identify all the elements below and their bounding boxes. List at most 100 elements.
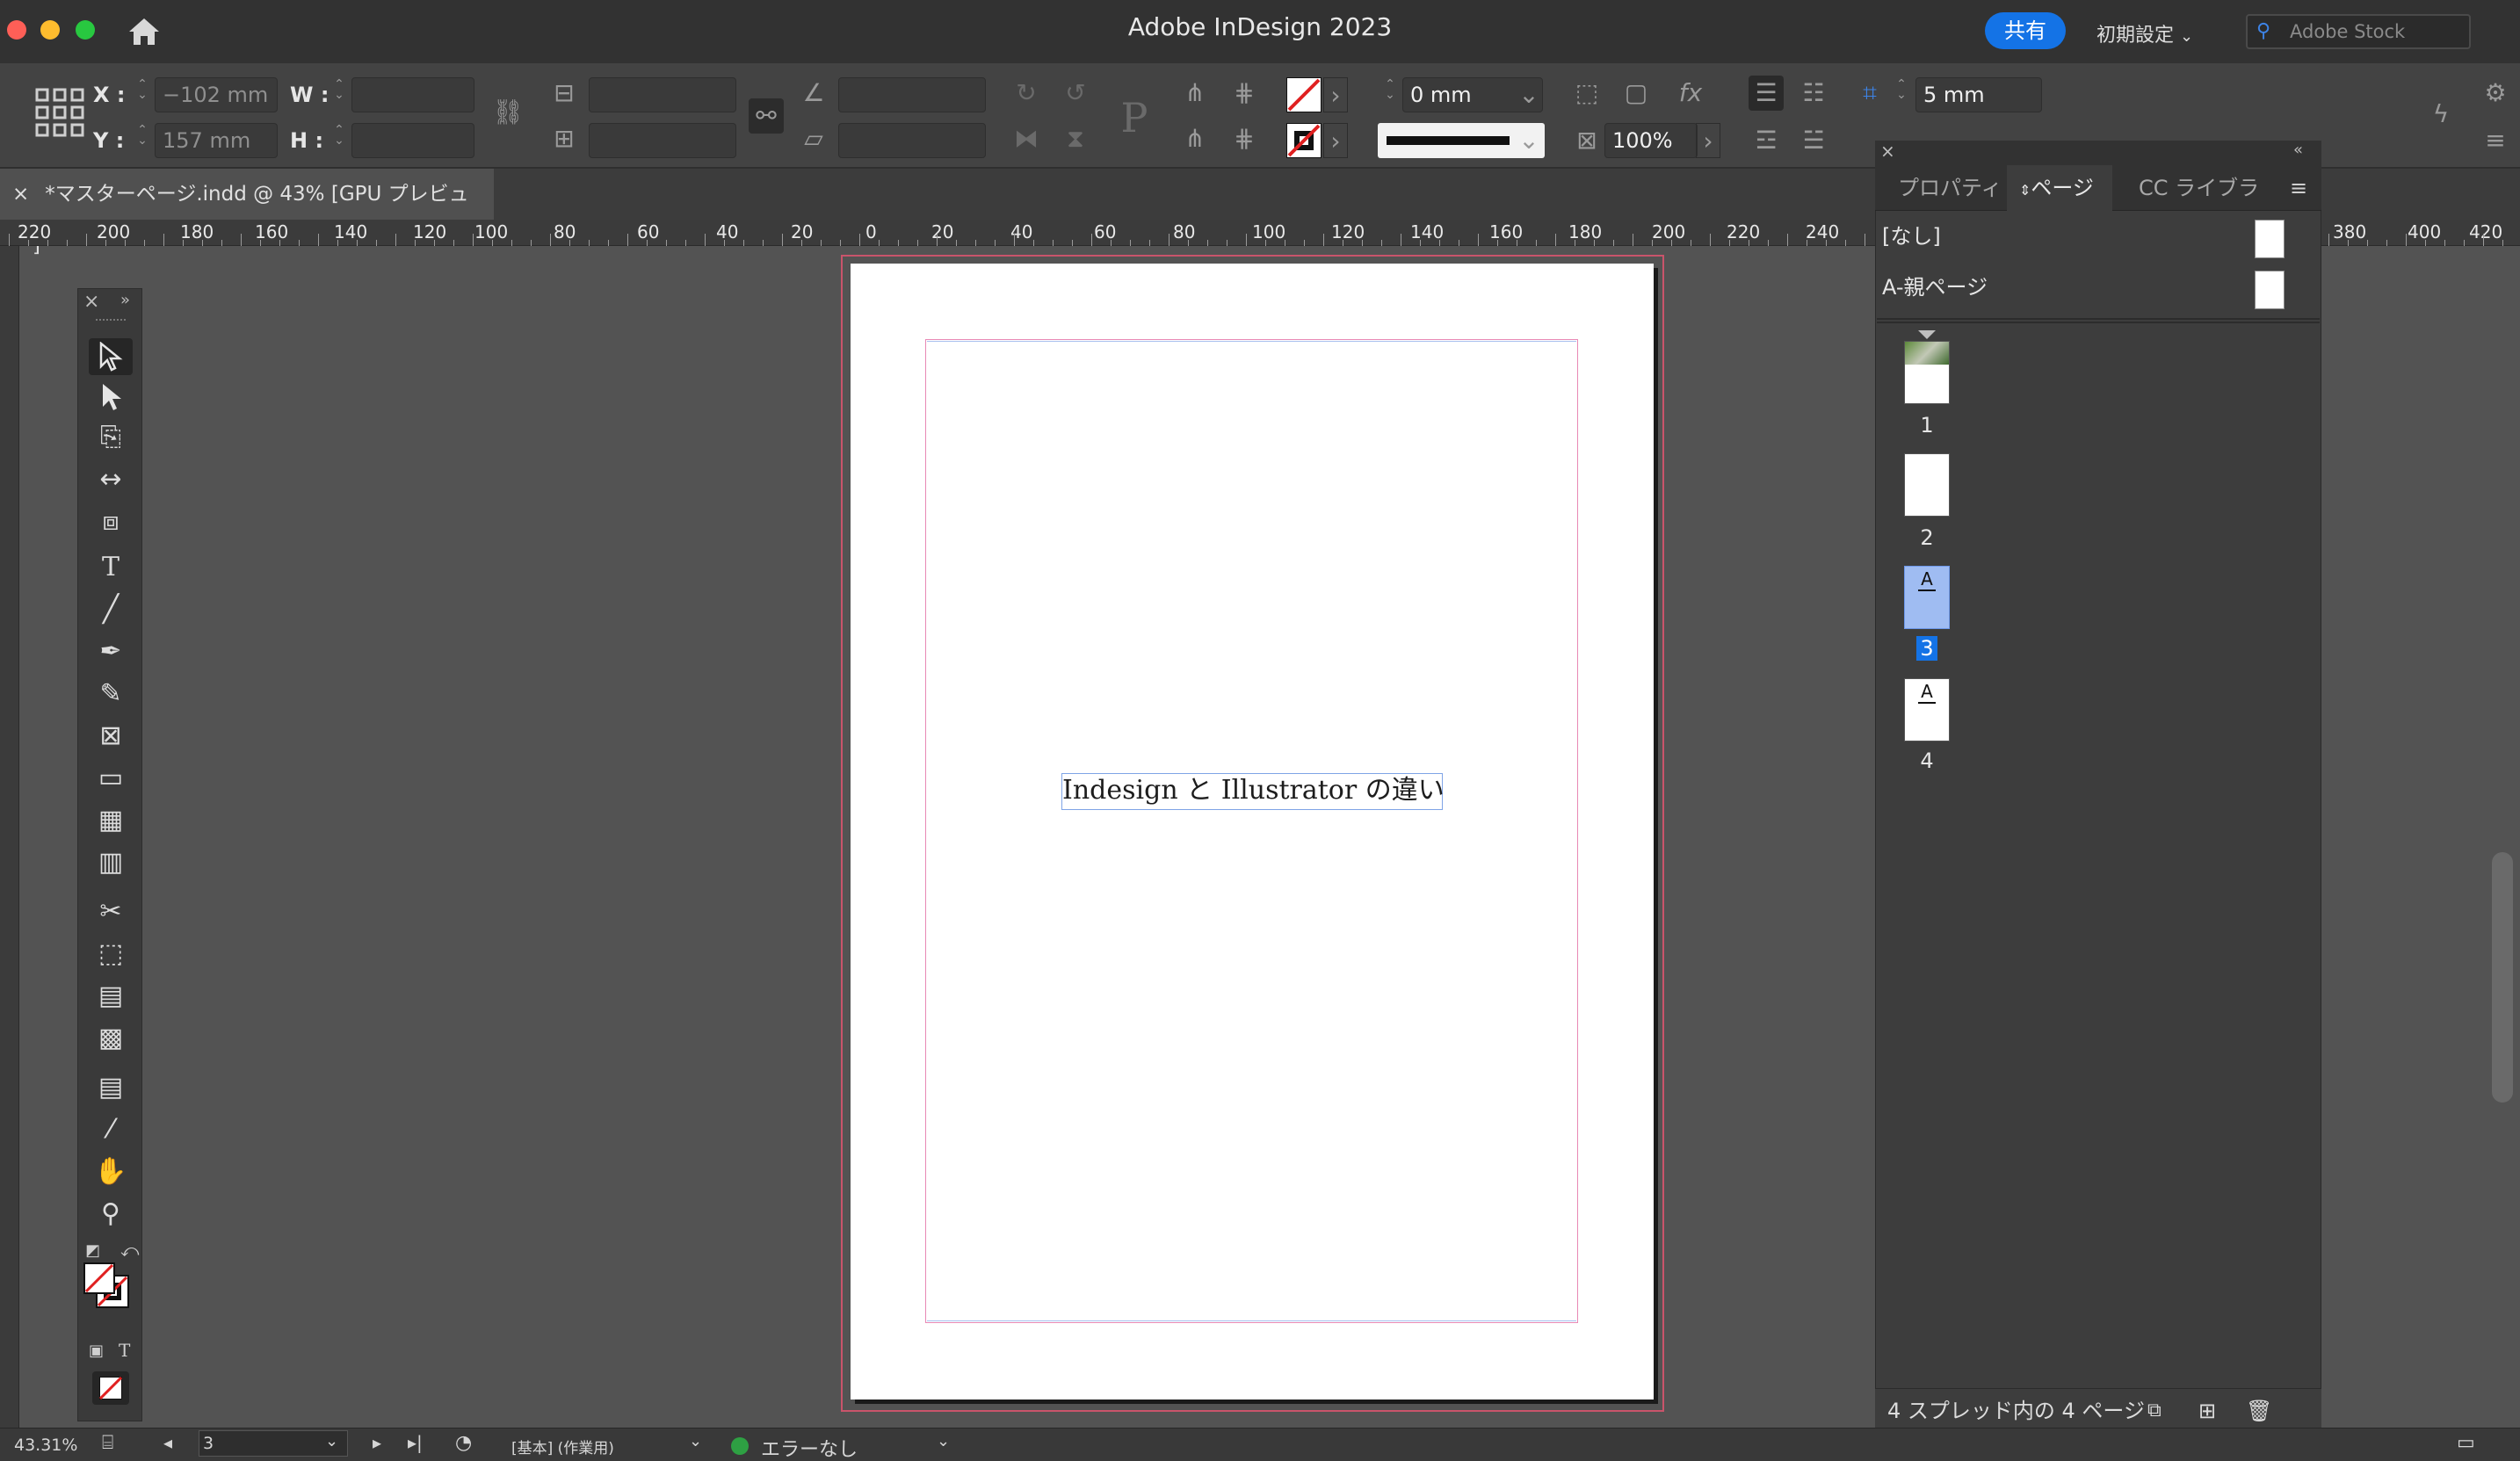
- fill-swatch[interactable]: [1286, 77, 1322, 112]
- share-button[interactable]: 共有: [1985, 12, 2066, 49]
- h-field[interactable]: [351, 123, 474, 158]
- gear-icon[interactable]: ⚙: [2478, 76, 2513, 111]
- workspace-switcher[interactable]: 初期設定 ⌄: [2096, 19, 2193, 47]
- chevron-down-icon[interactable]: ⌄: [1511, 77, 1546, 112]
- effects-fx-icon[interactable]: fx: [1673, 76, 1708, 111]
- rectangle-frame-tool-icon[interactable]: ⊠: [89, 718, 133, 755]
- menu-icon[interactable]: ≡: [2478, 123, 2513, 158]
- chevron-down-icon[interactable]: ⌄: [937, 1432, 950, 1450]
- y-field[interactable]: 157 mm: [155, 123, 278, 158]
- rectangle-tool-icon[interactable]: ▭: [89, 760, 133, 797]
- menu-icon[interactable]: ≡: [2281, 165, 2316, 211]
- content-collector-icon[interactable]: ⧈: [89, 503, 133, 540]
- stroke-swatch[interactable]: [1286, 123, 1322, 158]
- table-columns-icon[interactable]: ▥: [89, 844, 133, 881]
- opacity-field[interactable]: 100%: [1604, 123, 1698, 158]
- next-page-icon[interactable]: ▸: [373, 1432, 381, 1453]
- tab-properties[interactable]: プロパティ: [1875, 165, 2005, 211]
- w-field[interactable]: [351, 77, 474, 112]
- rotate-ccw-icon[interactable]: ↺: [1058, 76, 1093, 111]
- align-bottom-icon[interactable]: ☲: [1749, 123, 1784, 158]
- default-colors-icon[interactable]: ◩: [85, 1241, 100, 1260]
- shear-field[interactable]: [838, 123, 986, 158]
- text-frame[interactable]: Indesign と Illustrator の違い: [1061, 773, 1445, 810]
- page-thumbnail-2[interactable]: [1904, 453, 1950, 517]
- drop-shadow-icon[interactable]: ▢: [1618, 76, 1654, 111]
- split-window-icon[interactable]: ▭: [2457, 1432, 2475, 1454]
- chevron-down-icon[interactable]: ⌄: [689, 1432, 702, 1450]
- justify-icon[interactable]: ☱: [1796, 123, 1831, 158]
- rotate-cw-icon[interactable]: ↻: [1009, 76, 1044, 111]
- fill-chevron-icon[interactable]: ›: [1323, 77, 1348, 112]
- selection-tool-icon[interactable]: [89, 338, 133, 375]
- hand-tool-icon[interactable]: ✋: [89, 1154, 133, 1190]
- gradient-feather-tool-icon[interactable]: ▩: [89, 1020, 133, 1057]
- vertical-scrollbar[interactable]: [2492, 852, 2513, 1103]
- table-tool-icon[interactable]: ▦: [89, 802, 133, 839]
- pen-tool-icon[interactable]: ✒: [89, 633, 133, 670]
- chevron-down-icon[interactable]: ⌄: [325, 1432, 338, 1450]
- gap-field[interactable]: 5 mm: [1915, 77, 2042, 112]
- page-tool-icon[interactable]: ⎘: [89, 419, 133, 456]
- page-thumbnail-1[interactable]: [1904, 341, 1950, 404]
- chevron-down-icon[interactable]: ⌄: [1511, 123, 1546, 158]
- tab-cc-libraries[interactable]: CC ライブラ: [2130, 165, 2262, 211]
- close-icon[interactable]: ×: [12, 183, 29, 206]
- pencil-tool-icon[interactable]: ✎: [89, 676, 133, 712]
- trash-icon[interactable]: 🗑: [2246, 1389, 2272, 1433]
- align-center-icon[interactable]: ☷: [1796, 76, 1831, 111]
- document-tab[interactable]: ×*マスターページ.indd @ 43% [GPU プレビュー]: [0, 169, 494, 257]
- page-thumbnail-4[interactable]: A: [1904, 678, 1950, 741]
- flip-horizontal-icon[interactable]: ⧓: [1009, 121, 1044, 156]
- view-mode-icon[interactable]: [92, 1371, 129, 1405]
- last-page-icon[interactable]: ▸|: [408, 1432, 423, 1453]
- swap-colors-icon[interactable]: ⤺: [120, 1240, 139, 1261]
- close-icon[interactable]: ×: [1880, 141, 1895, 162]
- flip-vertical-icon[interactable]: ⧗: [1058, 121, 1093, 156]
- scissors-tool-icon[interactable]: ✂: [89, 893, 133, 930]
- scale-x-field[interactable]: [589, 77, 736, 112]
- gap-tool-icon[interactable]: ↔: [89, 461, 133, 498]
- x-field[interactable]: −102 mm: [155, 77, 278, 112]
- select-content-icon[interactable]: ⋕: [1227, 76, 1262, 111]
- select-container-icon[interactable]: ⋔: [1177, 76, 1213, 111]
- parent-row-none[interactable]: [なし]: [1877, 211, 2320, 262]
- new-page-icon[interactable]: ⊞: [2198, 1389, 2216, 1433]
- collapse-icon[interactable]: »: [120, 291, 130, 309]
- p-icon[interactable]: P: [1111, 91, 1158, 144]
- panel-divider[interactable]: [1877, 318, 2320, 323]
- zoom-tool-icon[interactable]: ⚲: [89, 1196, 133, 1233]
- formatting-text-icon[interactable]: T: [119, 1340, 130, 1361]
- h-stepper[interactable]: ⌃ ⌄: [330, 124, 348, 147]
- select-previous-icon[interactable]: ⋔: [1177, 121, 1213, 156]
- direct-selection-tool-icon[interactable]: [89, 379, 133, 416]
- eyedropper-tool-icon[interactable]: ⁄: [89, 1111, 133, 1148]
- constrain-proportions-icon[interactable]: ⛓: [490, 95, 525, 130]
- first-page-icon[interactable]: ◂: [163, 1432, 172, 1453]
- edit-page-size-icon[interactable]: ⧉: [2147, 1389, 2162, 1433]
- gap-stepper[interactable]: ⌃ ⌄: [1893, 78, 1910, 101]
- w-stepper[interactable]: ⌃ ⌄: [330, 78, 348, 101]
- stock-search-input[interactable]: ⚲ Adobe Stock: [2246, 14, 2471, 49]
- x-stepper[interactable]: ⌃ ⌄: [134, 78, 151, 101]
- reference-point-icon[interactable]: [35, 88, 84, 142]
- align-top-icon[interactable]: ☰: [1749, 76, 1784, 111]
- tab-pages[interactable]: ⇕ページ: [2007, 165, 2112, 211]
- link-scale-icon[interactable]: ⚯: [749, 98, 784, 134]
- fill-color-swatch[interactable]: [83, 1262, 115, 1294]
- line-tool-icon[interactable]: ╱: [89, 591, 133, 628]
- zoom-level[interactable]: 43.31%: [14, 1436, 77, 1455]
- parent-row-a[interactable]: A-親ページ: [1877, 262, 2320, 313]
- free-transform-tool-icon[interactable]: ⬚: [89, 936, 133, 973]
- lightning-icon[interactable]: ϟ: [2423, 97, 2458, 132]
- panel-grip[interactable]: [96, 319, 126, 324]
- note-tool-icon[interactable]: ▤: [89, 1069, 133, 1106]
- preflight-status[interactable]: エラーなし: [761, 1434, 858, 1461]
- rotate-field[interactable]: [838, 77, 986, 112]
- collapse-icon[interactable]: «: [2293, 141, 2303, 159]
- gradient-swatch-tool-icon[interactable]: ▤: [89, 978, 133, 1015]
- y-stepper[interactable]: ⌃ ⌄: [134, 124, 151, 147]
- corner-options-icon[interactable]: ⬚: [1569, 76, 1604, 111]
- page-thumbnail-3[interactable]: A: [1904, 566, 1950, 629]
- preflight-profile-icon[interactable]: ◔: [455, 1432, 472, 1454]
